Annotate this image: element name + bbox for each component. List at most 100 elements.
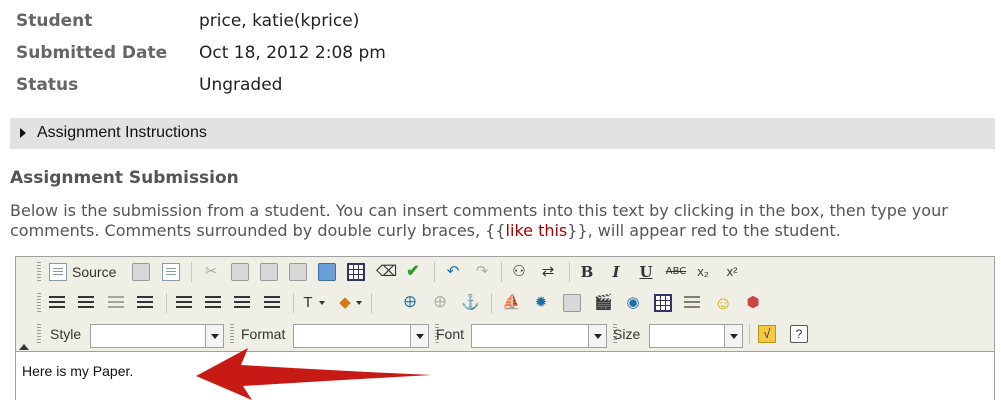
paste-word-button[interactable] (318, 261, 336, 283)
find-button[interactable]: ⚇ (510, 261, 528, 283)
bold-button[interactable]: B (578, 261, 596, 283)
cut-button[interactable]: ✂ (202, 261, 220, 283)
align-center-button[interactable] (205, 292, 221, 314)
help-button[interactable]: ? (790, 323, 808, 345)
eraser-icon: ⌫ (376, 263, 398, 280)
toolbar-grip (230, 324, 234, 344)
outdent-button[interactable] (108, 292, 124, 314)
italic-button[interactable]: I (607, 261, 625, 283)
indent-button[interactable] (137, 292, 153, 314)
table-button[interactable] (654, 292, 672, 314)
editor-content-area[interactable]: Here is my Paper. (16, 351, 994, 400)
background-color-button[interactable]: ◆ (336, 292, 362, 314)
toolbar-separator (371, 293, 372, 313)
align-left-icon (176, 296, 192, 310)
bulleted-list-button[interactable] (78, 292, 94, 314)
superscript-button[interactable]: x² (723, 261, 741, 283)
square-root-icon: √ (758, 325, 776, 343)
submitted-date-value: Oct 18, 2012 2:08 pm (199, 43, 386, 63)
compass-icon: ◉ (626, 294, 640, 311)
toolbar-separator (491, 293, 492, 313)
student-value: price, katie(kprice) (199, 11, 360, 31)
spellcheck-icon: ✔ (406, 263, 420, 280)
image-button[interactable] (563, 292, 581, 314)
replace-button[interactable]: ⇄ (539, 261, 557, 283)
chevron-down-icon (319, 301, 325, 305)
toolbar-separator (191, 262, 192, 282)
new-page-button[interactable] (162, 261, 180, 283)
redo-button[interactable]: ↷ (473, 261, 491, 283)
math-button[interactable]: √ (758, 323, 776, 345)
outdent-icon (108, 296, 124, 310)
unlink-button[interactable]: 🜨 (431, 292, 449, 314)
link-button[interactable]: 🜨 (401, 292, 419, 314)
strikethrough-icon: ABC (665, 266, 687, 277)
media-button[interactable]: 🎬 (594, 292, 613, 314)
bold-icon: B (580, 263, 594, 281)
format-label: Format (241, 326, 286, 342)
toolbar-row-2: T ◆ 🜨 🜨 ⚓ ⛵ ✹ 🎬 ◉ ☺ ⬢ (16, 288, 994, 318)
paste-text-button[interactable] (289, 261, 307, 283)
numbered-list-button[interactable] (49, 292, 65, 314)
submission-description: Below is the submission from a student. … (10, 201, 995, 241)
save-button[interactable] (132, 261, 150, 283)
new-page-icon (162, 263, 180, 281)
underline-icon: U (639, 263, 653, 281)
toolbar-separator (293, 293, 294, 313)
help-icon: ? (790, 325, 808, 343)
remove-format-button[interactable]: ⌫ (376, 261, 398, 283)
copy-button[interactable] (231, 261, 249, 283)
status-label: Status (16, 75, 79, 95)
size-select[interactable] (649, 324, 743, 348)
toolbar-separator (749, 324, 750, 344)
numbered-list-icon (49, 296, 65, 310)
undo-icon: ↶ (446, 263, 460, 280)
text-color-button[interactable]: T (299, 292, 325, 314)
paste-button[interactable] (260, 261, 278, 283)
align-left-button[interactable] (176, 292, 192, 314)
replace-icon: ⇄ (541, 263, 555, 280)
toolbar-separator (434, 262, 435, 282)
collapse-toolbar-icon[interactable] (19, 344, 29, 350)
style-select[interactable] (90, 324, 224, 348)
subscript-button[interactable]: x₂ (694, 261, 712, 283)
align-center-icon (205, 296, 221, 310)
justify-button[interactable] (264, 292, 280, 314)
embed-button[interactable]: ◉ (624, 292, 642, 314)
iframe-button[interactable]: ⬢ (744, 292, 762, 314)
chevron-down-icon (410, 325, 428, 347)
redo-icon: ↷ (475, 263, 489, 280)
undo-button[interactable]: ↶ (444, 261, 462, 283)
select-all-button[interactable] (347, 261, 365, 283)
underline-button[interactable]: U (637, 261, 655, 283)
image-icon (563, 294, 581, 312)
smiley-icon: ☺ (714, 293, 733, 313)
source-icon (49, 263, 67, 281)
rich-text-editor: Source ✂ ⌫ ✔ ↶ ↷ ⚇ ⇄ B I U ABC x₂ x² T ◆… (15, 256, 995, 400)
toolbar-separator (569, 262, 570, 282)
binoculars-icon: ⚇ (512, 263, 526, 280)
status-value: Ungraded (199, 75, 283, 95)
subscript-icon: x₂ (697, 264, 709, 279)
special-char-button[interactable]: ✹ (532, 292, 550, 314)
font-select[interactable] (471, 324, 607, 348)
flash-icon: ⛵ (502, 294, 521, 311)
spellcheck-button[interactable]: ✔ (404, 261, 422, 283)
chevron-down-icon (205, 325, 223, 347)
flash-button[interactable]: ⛵ (502, 292, 521, 314)
anchor-button[interactable]: ⚓ (461, 292, 480, 314)
horizontal-rule-button[interactable] (684, 292, 700, 314)
source-button[interactable]: Source (49, 261, 116, 283)
align-right-button[interactable] (234, 292, 250, 314)
link-icon: 🜨 (403, 294, 417, 311)
assignment-instructions-toggle[interactable]: Assignment Instructions (10, 118, 995, 149)
smiley-button[interactable]: ☺ (714, 292, 732, 314)
anchor-icon: ⚓ (461, 294, 480, 311)
toolbar-grip (37, 324, 41, 344)
style-label: Style (50, 326, 82, 342)
format-select[interactable] (293, 324, 429, 348)
paste-word-icon (318, 263, 336, 281)
strikethrough-button[interactable]: ABC (664, 261, 688, 283)
toolbar-separator (166, 293, 167, 313)
submitted-date-label: Submitted Date (16, 43, 168, 63)
